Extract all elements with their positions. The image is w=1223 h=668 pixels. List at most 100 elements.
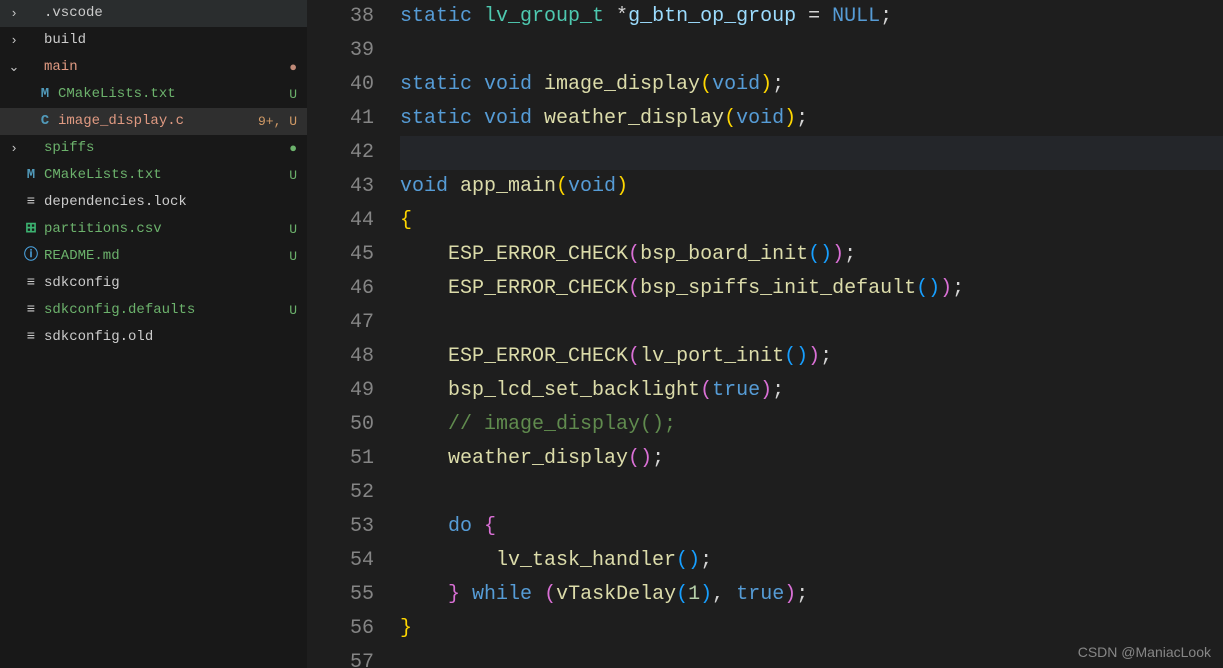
file-explorer[interactable]: ›.vscode›build⌄main●MCMakeLists.txtUCima… [0, 0, 307, 668]
code-token: ) [640, 447, 652, 470]
code-token: ; [652, 447, 664, 470]
code-token: while [472, 583, 532, 606]
chevron-down-icon[interactable]: ⌄ [6, 54, 22, 81]
code-token: ( [724, 107, 736, 130]
file-icon: ⊞ [22, 216, 40, 243]
code-token [400, 379, 448, 402]
code-line[interactable]: ESP_ERROR_CHECK(lv_port_init()); [400, 340, 1223, 374]
code-line[interactable] [400, 306, 1223, 340]
code-token: ) [784, 107, 796, 130]
file-tree-row[interactable]: sdkconfig [0, 270, 307, 297]
chevron-right-icon[interactable]: › [6, 135, 22, 162]
line-number: 46 [307, 272, 374, 306]
code-line[interactable]: do { [400, 510, 1223, 544]
code-line[interactable]: weather_display(); [400, 442, 1223, 476]
code-token: ( [700, 73, 712, 96]
code-token: ( [808, 243, 820, 266]
code-token: void [736, 107, 784, 130]
code-token: 1 [688, 583, 700, 606]
code-token: bsp_lcd_set_backlight [448, 379, 700, 402]
line-number: 56 [307, 612, 374, 646]
code-line[interactable]: } [400, 612, 1223, 646]
code-token: ; [844, 243, 856, 266]
chevron-right-icon[interactable]: › [6, 0, 22, 27]
code-token: ( [628, 447, 640, 470]
line-number: 47 [307, 306, 374, 340]
file-tree-row[interactable]: Cimage_display.c9+, U [0, 108, 307, 135]
code-line[interactable] [400, 136, 1223, 170]
code-token: ( [676, 549, 688, 572]
code-token: g_btn_op_group [628, 5, 796, 28]
line-number: 57 [307, 646, 374, 668]
code-token: do [448, 515, 472, 538]
code-line[interactable]: void app_main(void) [400, 170, 1223, 204]
line-number: 44 [307, 204, 374, 238]
code-token: ; [952, 277, 964, 300]
file-tree-row[interactable]: sdkconfig.old [0, 324, 307, 351]
code-area[interactable]: static lv_group_t *g_btn_op_group = NULL… [400, 0, 1223, 668]
code-token: ( [556, 175, 568, 198]
code-token [400, 583, 448, 606]
git-status-badge: ● [289, 135, 297, 162]
line-number: 39 [307, 34, 374, 68]
code-token: void [568, 175, 616, 198]
code-token: static [400, 107, 484, 130]
code-token: // image_display(); [448, 413, 676, 436]
line-number: 52 [307, 476, 374, 510]
line-number: 54 [307, 544, 374, 578]
code-line[interactable]: ESP_ERROR_CHECK(bsp_spiffs_init_default(… [400, 272, 1223, 306]
code-token [460, 583, 472, 606]
code-token: ( [676, 583, 688, 606]
code-token [400, 413, 448, 436]
code-token: ; [880, 5, 892, 28]
file-tree-row[interactable]: ›spiffs● [0, 135, 307, 162]
file-icon [22, 324, 40, 351]
file-tree-row[interactable]: ›build [0, 27, 307, 54]
file-icon: C [36, 108, 54, 135]
file-tree-row[interactable]: sdkconfig.defaultsU [0, 297, 307, 324]
code-line[interactable]: static void weather_display(void); [400, 102, 1223, 136]
file-label: dependencies.lock [44, 189, 291, 216]
code-line[interactable]: static lv_group_t *g_btn_op_group = NULL… [400, 0, 1223, 34]
file-tree-row[interactable]: MCMakeLists.txtU [0, 162, 307, 189]
code-token: ) [760, 73, 772, 96]
code-line[interactable]: { [400, 204, 1223, 238]
line-number: 48 [307, 340, 374, 374]
file-tree-row[interactable]: ⓘREADME.mdU [0, 243, 307, 270]
code-token [400, 277, 448, 300]
code-line[interactable] [400, 34, 1223, 68]
line-number: 45 [307, 238, 374, 272]
file-label: image_display.c [58, 108, 252, 135]
file-label: sdkconfig.defaults [44, 297, 283, 324]
file-icon [22, 297, 40, 324]
code-editor[interactable]: 3839404142434445464748495051525354555657… [307, 0, 1223, 668]
code-token: ( [700, 379, 712, 402]
code-line[interactable] [400, 476, 1223, 510]
code-token: ; [820, 345, 832, 368]
line-number-gutter: 3839404142434445464748495051525354555657 [307, 0, 400, 668]
code-token: ESP_ERROR_CHECK [448, 345, 628, 368]
code-line[interactable]: lv_task_handler(); [400, 544, 1223, 578]
line-number: 40 [307, 68, 374, 102]
line-number: 42 [307, 136, 374, 170]
code-line[interactable]: } while (vTaskDelay(1), true); [400, 578, 1223, 612]
chevron-right-icon[interactable]: › [6, 27, 22, 54]
code-line[interactable]: bsp_lcd_set_backlight(true); [400, 374, 1223, 408]
code-line[interactable]: // image_display(); [400, 408, 1223, 442]
code-token: ESP_ERROR_CHECK [448, 243, 628, 266]
line-number: 51 [307, 442, 374, 476]
git-status-badge: ● [289, 54, 297, 81]
git-status-badge: U [289, 162, 297, 189]
file-tree-row[interactable]: ⌄main● [0, 54, 307, 81]
code-token: ; [772, 379, 784, 402]
file-tree-row[interactable]: ›.vscode [0, 0, 307, 27]
file-tree-row[interactable]: MCMakeLists.txtU [0, 81, 307, 108]
file-icon: M [36, 81, 54, 108]
file-tree-row[interactable]: ⊞partitions.csvU [0, 216, 307, 243]
code-token: ) [808, 345, 820, 368]
file-icon [22, 189, 40, 216]
code-line[interactable]: ESP_ERROR_CHECK(bsp_board_init()); [400, 238, 1223, 272]
file-tree-row[interactable]: dependencies.lock [0, 189, 307, 216]
code-line[interactable]: static void image_display(void); [400, 68, 1223, 102]
line-number: 41 [307, 102, 374, 136]
